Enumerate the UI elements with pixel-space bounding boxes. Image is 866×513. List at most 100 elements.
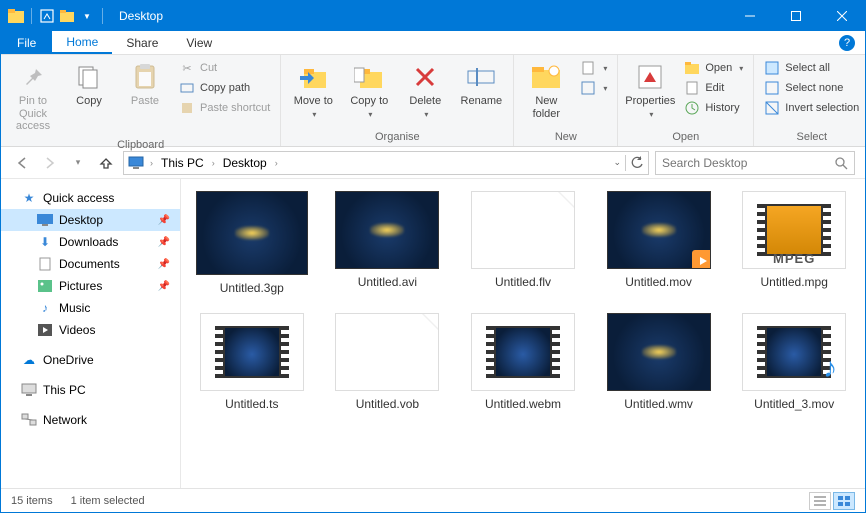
address-bar[interactable]: › This PC › Desktop › ⌄ xyxy=(123,151,649,175)
tab-view[interactable]: View xyxy=(172,31,226,54)
new-item-button[interactable]: ▾ xyxy=(576,59,611,77)
properties-button[interactable]: Properties▾ xyxy=(624,57,676,123)
select-all-button[interactable]: Select all xyxy=(760,59,863,77)
title-bar: ▼ Desktop xyxy=(1,1,865,31)
file-item[interactable]: ♪Untitled_3.mov xyxy=(729,313,859,411)
file-label: Untitled.vob xyxy=(356,397,419,411)
monitor-icon xyxy=(128,155,144,171)
minimize-button[interactable] xyxy=(727,1,773,31)
ribbon-group-clipboard: Pin to Quick access Copy Paste ✂Cut Copy… xyxy=(1,55,281,146)
up-button[interactable] xyxy=(95,152,117,174)
search-input[interactable] xyxy=(662,156,828,170)
maximize-button[interactable] xyxy=(773,1,819,31)
nav-network[interactable]: Network xyxy=(1,409,180,431)
pin-icon: 📌 xyxy=(158,237,170,248)
view-details-button[interactable] xyxy=(809,492,831,510)
file-thumbnail: ♪ xyxy=(742,313,846,391)
copy-path-icon xyxy=(179,80,195,96)
search-box[interactable] xyxy=(655,151,855,175)
file-item[interactable]: Untitled.ts xyxy=(187,313,317,411)
file-label: Untitled.3gp xyxy=(220,281,284,295)
file-label: Untitled.wmv xyxy=(624,397,693,411)
properties-icon xyxy=(634,61,666,93)
file-thumbnail xyxy=(196,191,308,275)
rename-button[interactable]: Rename xyxy=(455,57,507,112)
file-item[interactable]: Untitled.vob xyxy=(323,313,453,411)
history-button[interactable]: History xyxy=(680,99,747,117)
desktop-icon xyxy=(37,212,53,228)
address-dropdown-icon[interactable]: ⌄ xyxy=(613,157,621,168)
qat-properties-icon[interactable] xyxy=(38,7,56,25)
nav-this-pc[interactable]: This PC xyxy=(1,379,180,401)
copy-path-button[interactable]: Copy path xyxy=(175,79,274,97)
file-item[interactable]: Untitled.avi xyxy=(323,191,453,295)
nav-onedrive[interactable]: ☁OneDrive xyxy=(1,349,180,371)
file-item[interactable]: Untitled.flv xyxy=(458,191,588,295)
pin-quick-access-button[interactable]: Pin to Quick access xyxy=(7,57,59,137)
file-list[interactable]: Untitled.3gp Untitled.avi Untitled.flv Unti… xyxy=(181,179,865,488)
nav-videos[interactable]: Videos xyxy=(1,319,180,341)
copy-button[interactable]: Copy xyxy=(63,57,115,112)
delete-icon xyxy=(409,61,441,93)
status-item-count: 15 items xyxy=(11,495,53,507)
forward-button[interactable] xyxy=(39,152,61,174)
crumb-desktop[interactable]: Desktop xyxy=(221,156,269,170)
file-item[interactable]: Untitled.webm xyxy=(458,313,588,411)
nav-music[interactable]: ♪Music xyxy=(1,297,180,319)
nav-desktop[interactable]: Desktop📌 xyxy=(1,209,180,231)
videos-icon xyxy=(37,322,53,338)
ribbon: Pin to Quick access Copy Paste ✂Cut Copy… xyxy=(1,55,865,147)
new-folder-button[interactable]: New folder xyxy=(520,57,572,124)
file-item[interactable]: MPEGUntitled.mpg xyxy=(729,191,859,295)
documents-icon xyxy=(37,256,53,272)
file-thumbnail xyxy=(335,313,439,391)
qat-dropdown-icon[interactable]: ▼ xyxy=(78,7,96,25)
pin-icon: 📌 xyxy=(158,281,170,292)
star-icon: ★ xyxy=(21,190,37,206)
back-button[interactable] xyxy=(11,152,33,174)
pin-icon: 📌 xyxy=(158,259,170,270)
invert-selection-button[interactable]: Invert selection xyxy=(760,99,863,117)
nav-documents[interactable]: Documents📌 xyxy=(1,253,180,275)
cut-button[interactable]: ✂Cut xyxy=(175,59,274,77)
tab-file[interactable]: File xyxy=(1,31,52,54)
crumb-this-pc[interactable]: This PC xyxy=(159,156,206,170)
nav-quick-access[interactable]: ★Quick access xyxy=(1,187,180,209)
music-icon: ♪ xyxy=(37,300,53,316)
downloads-icon: ⬇ xyxy=(37,234,53,250)
select-none-button[interactable]: Select none xyxy=(760,79,863,97)
recent-dropdown[interactable]: ▾ xyxy=(67,152,89,174)
view-icons-button[interactable] xyxy=(833,492,855,510)
move-to-button[interactable]: Move to▾ xyxy=(287,57,339,123)
copy-to-icon xyxy=(353,61,385,93)
open-button[interactable]: Open▾ xyxy=(680,59,747,77)
ribbon-tabs: File Home Share View ? xyxy=(1,31,865,55)
delete-button[interactable]: Delete▾ xyxy=(399,57,451,123)
search-icon[interactable] xyxy=(834,156,848,170)
file-item[interactable]: Untitled.mov xyxy=(594,191,724,295)
file-thumbnail xyxy=(200,313,304,391)
pin-icon xyxy=(17,61,49,93)
refresh-icon[interactable] xyxy=(630,156,644,170)
qat-newfolder-icon[interactable] xyxy=(58,7,76,25)
nav-downloads[interactable]: ⬇Downloads📌 xyxy=(1,231,180,253)
close-button[interactable] xyxy=(819,1,865,31)
edit-button[interactable]: Edit xyxy=(680,79,747,97)
help-icon[interactable]: ? xyxy=(839,35,855,51)
file-thumbnail xyxy=(607,313,711,391)
file-thumbnail xyxy=(471,313,575,391)
copy-to-button[interactable]: Copy to▾ xyxy=(343,57,395,123)
file-label: Untitled.mov xyxy=(625,275,692,289)
tab-home[interactable]: Home xyxy=(52,31,112,54)
tab-share[interactable]: Share xyxy=(112,31,172,54)
paste-button[interactable]: Paste xyxy=(119,57,171,112)
file-item[interactable]: Untitled.wmv xyxy=(594,313,724,411)
paste-shortcut-button[interactable]: Paste shortcut xyxy=(175,99,274,117)
nav-pictures[interactable]: Pictures📌 xyxy=(1,275,180,297)
file-label: Untitled.avi xyxy=(358,275,417,289)
easy-access-button[interactable]: ▾ xyxy=(576,79,611,97)
file-label: Untitled.webm xyxy=(485,397,561,411)
file-item[interactable]: Untitled.3gp xyxy=(187,191,317,295)
paste-icon xyxy=(129,61,161,93)
music-note-icon: ♪ xyxy=(823,352,837,384)
